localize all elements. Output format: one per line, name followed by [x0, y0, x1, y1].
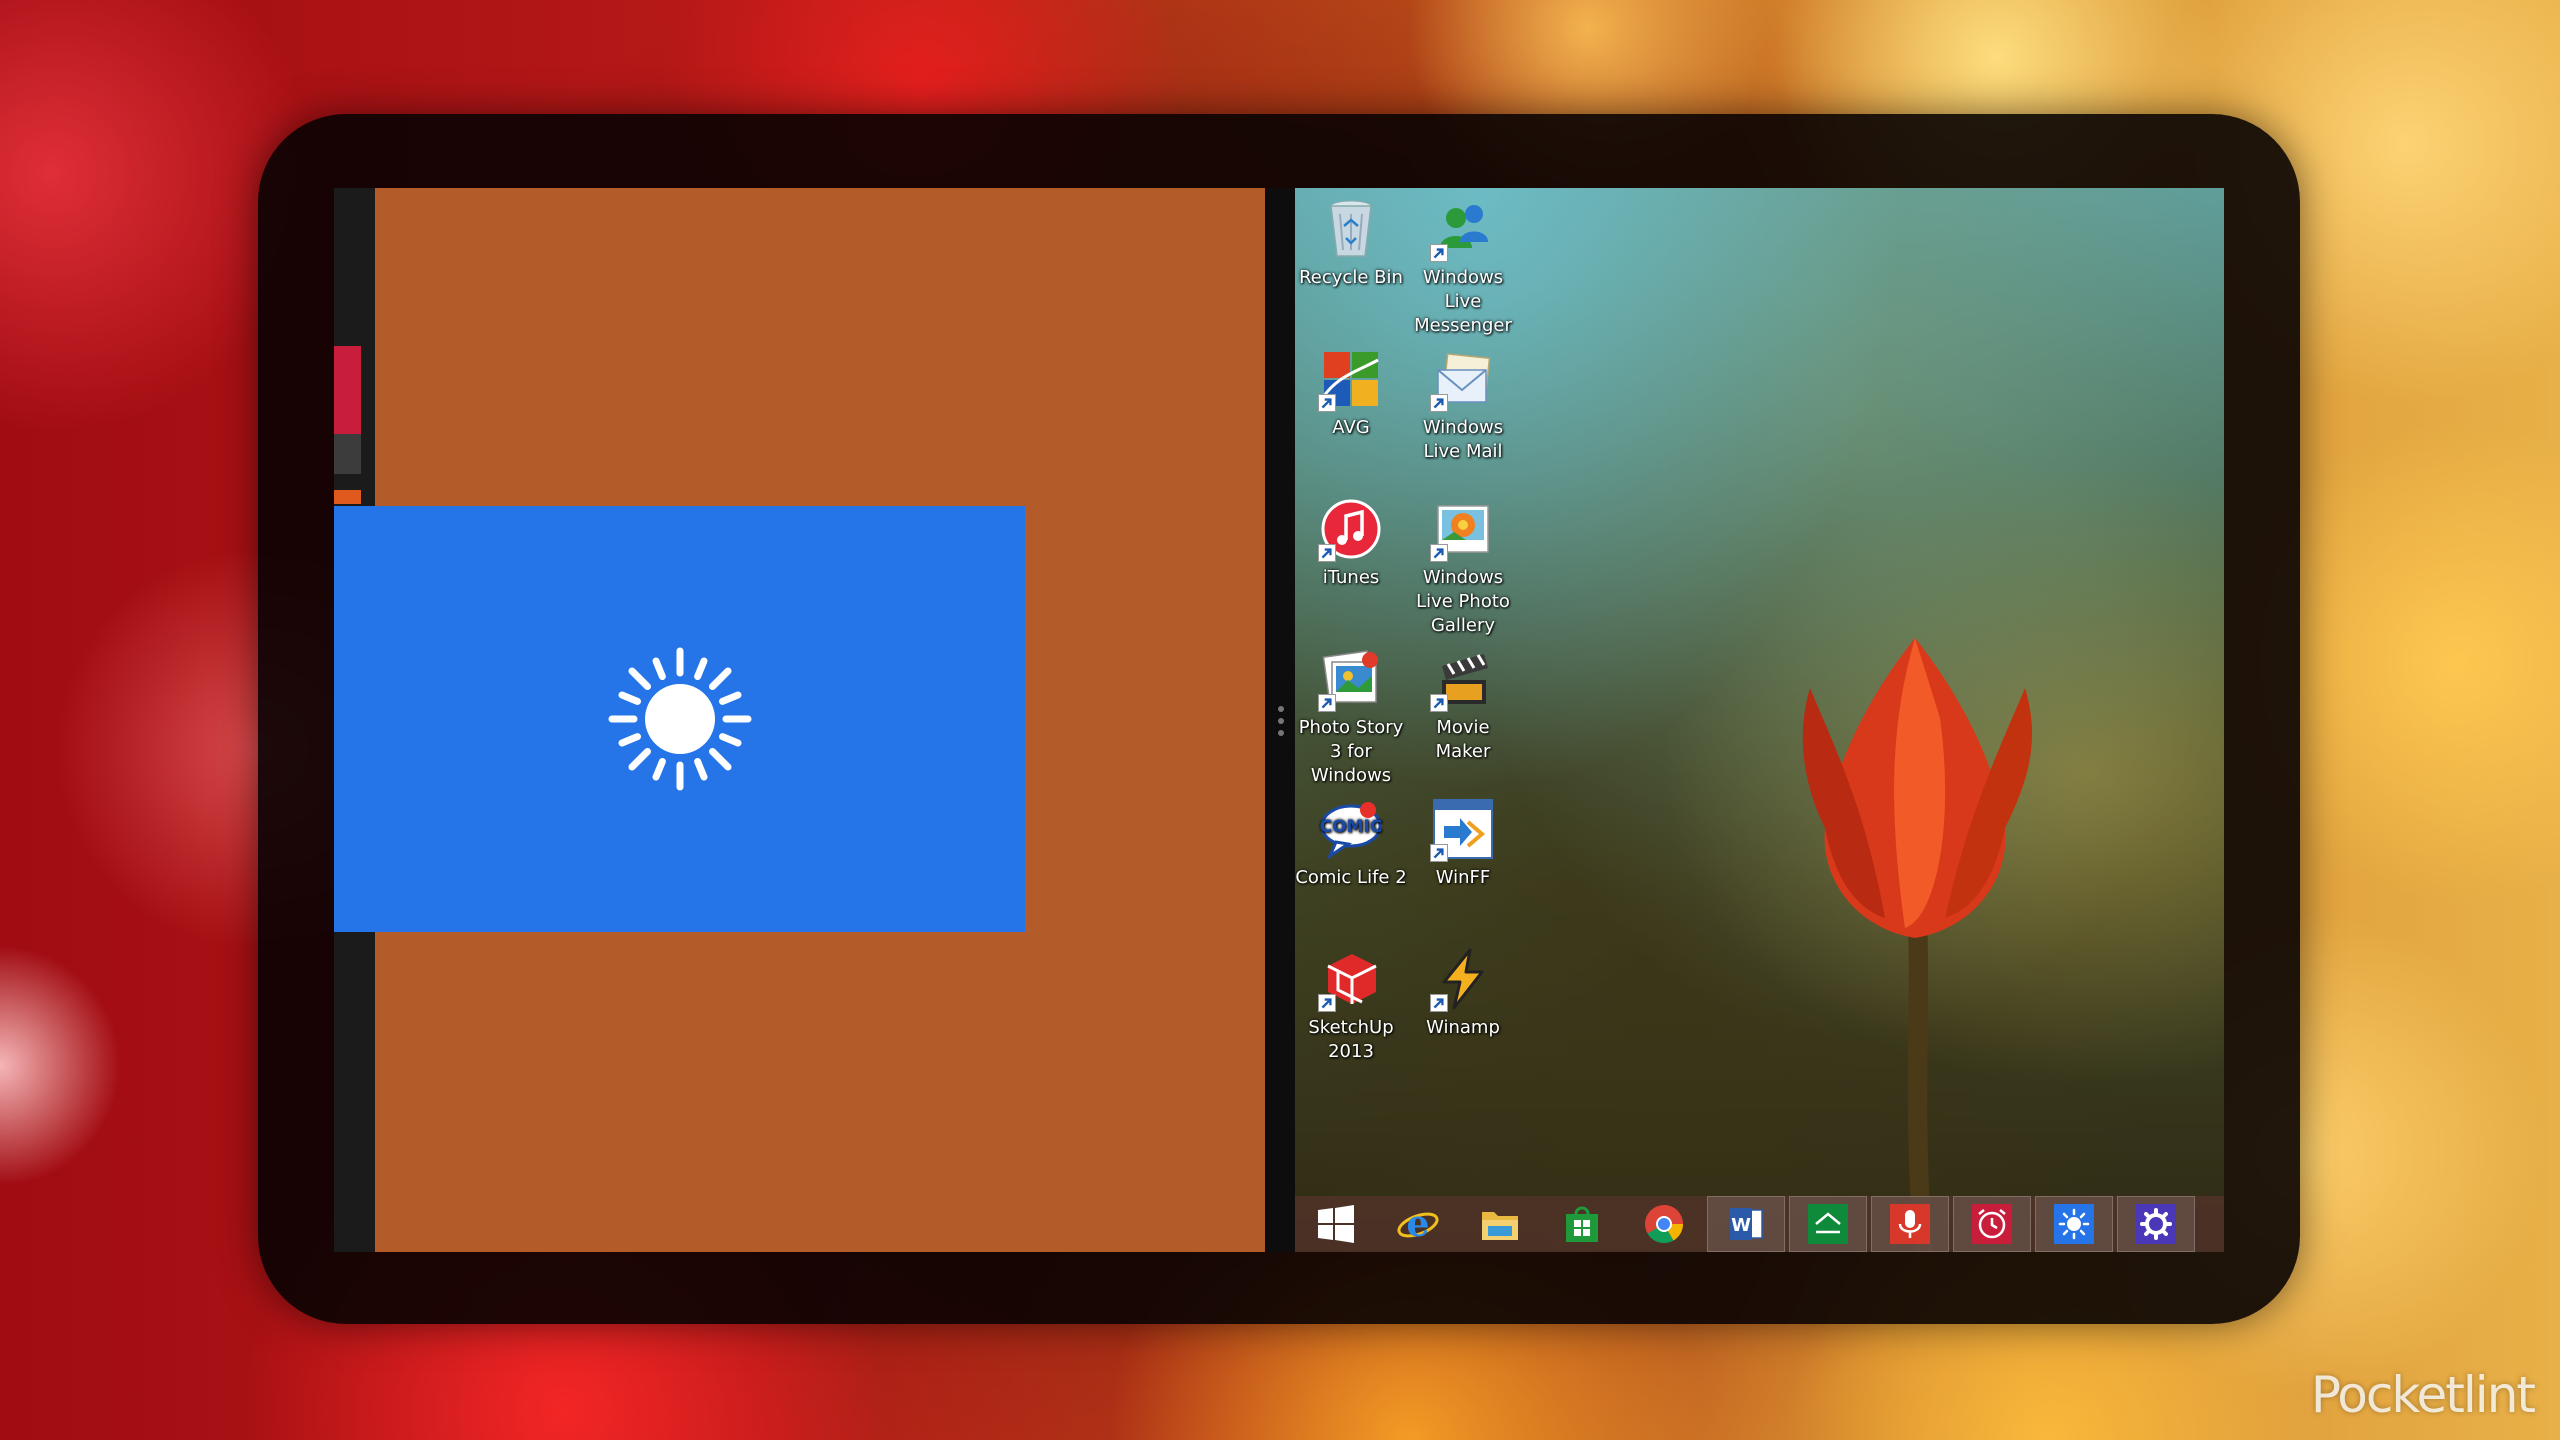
file-explorer-icon — [1482, 1212, 1518, 1240]
word-icon: W — [1730, 1208, 1763, 1240]
windows-live-messenger-shortcut[interactable]: Windows Live Messenger — [1407, 196, 1519, 338]
pocketlint-watermark: Pocketlint — [2310, 1366, 2536, 1424]
photo-story-shortcut[interactable]: Photo Story 3 for Windows — [1295, 646, 1407, 788]
weather-button[interactable] — [2033, 1196, 2115, 1252]
shortcut-arrow-icon — [1430, 694, 1448, 712]
sound-recorder-button[interactable] — [1869, 1196, 1951, 1252]
divider-grip-dot[interactable] — [1278, 718, 1284, 724]
weather-icon — [2054, 1204, 2094, 1244]
divider-grip-dot[interactable] — [1278, 730, 1284, 736]
switcher-tile[interactable] — [334, 434, 361, 474]
recycle-bin-icon — [1330, 200, 1372, 257]
windows-live-photo-gallery-shortcut[interactable]: Windows Live Photo Gallery — [1407, 496, 1519, 638]
internet-explorer-button[interactable]: e — [1377, 1196, 1459, 1252]
settings-icon — [2136, 1204, 2176, 1244]
desktop-pane[interactable]: Recycle Bin AVG iTunes Photo Story 3 for… — [1295, 188, 2224, 1252]
shortcut-arrow-icon — [1318, 544, 1336, 562]
itunes-shortcut[interactable]: iTunes — [1295, 496, 1407, 590]
shortcut-arrow-icon — [1430, 394, 1448, 412]
shortcut-arrow-icon — [1318, 994, 1336, 1012]
winamp-shortcut[interactable]: Winamp — [1407, 946, 1519, 1040]
finance-app-button[interactable] — [1787, 1196, 1869, 1252]
shortcut-arrow-icon — [1430, 994, 1448, 1012]
sketchup-shortcut[interactable]: SketchUp 2013 — [1295, 946, 1407, 1064]
sound-recorder-icon — [1890, 1204, 1930, 1244]
movie-maker-shortcut[interactable]: Movie Maker — [1407, 646, 1519, 764]
alarms-icon — [1972, 1204, 2012, 1244]
shortcut-arrow-icon — [1430, 244, 1448, 262]
svg-text:W: W — [1731, 1215, 1751, 1236]
svg-text:e: e — [1407, 1203, 1430, 1245]
comic-life-shortcut[interactable]: COMIC Comic Life 2 — [1295, 796, 1407, 890]
shortcut-arrow-icon — [1430, 544, 1448, 562]
switcher-tile[interactable] — [334, 490, 361, 504]
chrome-icon — [1645, 1205, 1683, 1244]
shortcut-arrow-icon — [1318, 394, 1336, 412]
taskbar: e W — [1295, 1196, 2224, 1252]
internet-explorer-icon: e — [1397, 1203, 1439, 1245]
icon-label: Photo Story 3 for Windows — [1298, 717, 1404, 786]
alarms-button[interactable] — [1951, 1196, 2033, 1252]
tablet-screen: Recycle Bin AVG iTunes Photo Story 3 for… — [334, 188, 2224, 1252]
word-button[interactable]: W — [1705, 1196, 1787, 1252]
windows-live-mail-shortcut[interactable]: Windows Live Mail — [1407, 346, 1519, 464]
finance-icon — [1808, 1204, 1848, 1244]
divider-grip-dot[interactable] — [1278, 706, 1284, 712]
icon-label: Recycle Bin — [1299, 267, 1403, 288]
switcher-tile[interactable] — [334, 346, 361, 434]
start-icon — [1318, 1205, 1354, 1243]
recycle-bin-shortcut[interactable]: Recycle Bin — [1295, 196, 1407, 290]
weather-app-tile[interactable] — [334, 506, 1025, 932]
shortcut-arrow-icon — [1430, 844, 1448, 862]
sun-icon — [608, 647, 751, 791]
svg-text:COMIC: COMIC — [1320, 817, 1383, 837]
icon-label: Windows Live Messenger — [1414, 267, 1512, 336]
file-explorer-button[interactable] — [1459, 1196, 1541, 1252]
store-button[interactable] — [1541, 1196, 1623, 1252]
start-button[interactable] — [1295, 1196, 1377, 1252]
icon-label: Comic Life 2 — [1295, 867, 1407, 888]
icon-label: AVG — [1332, 417, 1370, 438]
settings-button[interactable] — [2115, 1196, 2197, 1252]
winff-shortcut[interactable]: WinFF — [1407, 796, 1519, 890]
chrome-button[interactable] — [1623, 1196, 1705, 1252]
comic-life-icon: COMIC — [1320, 802, 1383, 861]
store-icon — [1566, 1206, 1598, 1242]
shortcut-arrow-icon — [1318, 694, 1336, 712]
tulip-wallpaper-graphic — [1802, 638, 2033, 1252]
snapped-app-pane[interactable] — [334, 188, 1265, 1252]
avg-shortcut[interactable]: AVG — [1295, 346, 1407, 440]
